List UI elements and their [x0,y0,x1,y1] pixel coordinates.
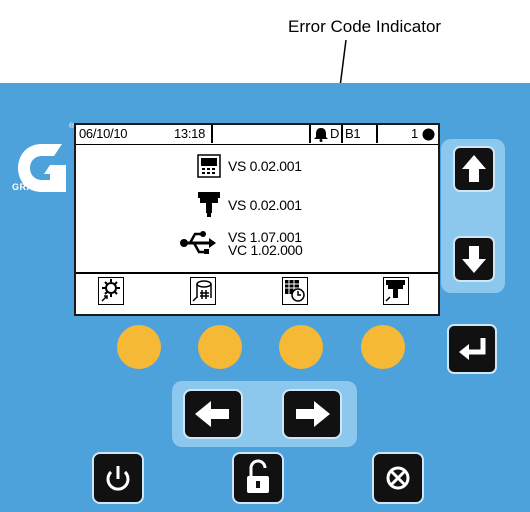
display-version: VS 0.02.001 [228,158,302,174]
status-dot-icon [422,128,435,141]
schedule-icon[interactable] [282,277,308,305]
error-code-letter: D [330,126,340,141]
error-code-callout-label: Error Code Indicator [288,17,442,36]
right-arrow-button[interactable] [282,389,342,439]
usb-log-icon[interactable] [190,277,216,305]
power-button[interactable] [92,452,144,504]
display-module-icon [197,154,221,178]
enter-button[interactable] [447,324,497,374]
down-arrow-icon [462,246,486,273]
error-code-suffix: B1 [345,126,361,141]
menu-divider [76,272,438,274]
graco-wordmark: GRACO [12,182,48,192]
left-arrow-icon [195,401,229,427]
display-screen: 06/10/10 13:18 D B1 1 VS 0.02.001 VS 0.0… [74,123,440,316]
status-divider [211,125,213,143]
status-time: 13:18 [174,126,206,141]
usb-vc-version: VC 1.02.000 [228,242,303,258]
status-bar: 06/10/10 13:18 D B1 1 [76,125,438,145]
status-divider [376,125,378,143]
up-arrow-icon [462,155,486,182]
module-version: VS 0.02.001 [228,197,302,213]
left-arrow-button[interactable] [183,389,243,439]
softkey-4[interactable] [361,325,405,369]
status-divider [309,125,311,143]
softkey-1[interactable] [117,325,161,369]
error-bell-icon [314,128,328,142]
lock-button[interactable] [232,452,284,504]
stop-cancel-button[interactable] [372,452,424,504]
enter-icon [459,338,486,360]
usb-icon [180,231,216,254]
pump-module-icon [198,192,220,217]
cancel-icon [386,466,410,490]
down-arrow-button[interactable] [453,236,495,282]
status-date: 06/10/10 [79,126,128,141]
softkey-3[interactable] [279,325,323,369]
module-settings-icon[interactable] [383,277,409,305]
softkey-2[interactable] [198,325,242,369]
right-arrow-icon [296,401,330,427]
status-divider [341,125,343,143]
setup-gear-icon[interactable] [98,277,124,305]
power-icon [106,466,130,491]
job-number: 1 [411,126,418,141]
unlock-icon [247,459,269,493]
up-arrow-button[interactable] [453,146,495,192]
